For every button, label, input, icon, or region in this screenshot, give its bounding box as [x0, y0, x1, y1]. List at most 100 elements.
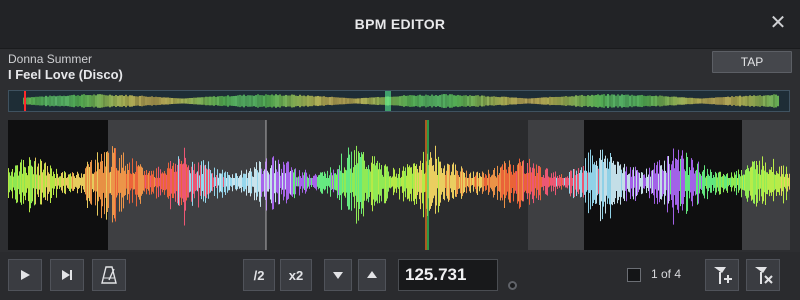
overview-bar — [277, 95, 279, 107]
overview-bar — [173, 98, 175, 104]
overview-bar — [713, 97, 715, 105]
overview-bar — [769, 95, 771, 107]
overview-bar — [753, 95, 755, 107]
remove-marker-button[interactable] — [746, 259, 780, 291]
overview-bar — [329, 97, 331, 105]
overview-bar — [707, 98, 709, 104]
add-marker-icon — [714, 267, 732, 284]
bpm-adjust-knob[interactable] — [508, 281, 517, 290]
overview-bar — [477, 95, 479, 107]
overview-bar — [517, 97, 519, 105]
main-waveform[interactable] — [8, 120, 790, 250]
overview-bar — [719, 97, 721, 105]
overview-waveform[interactable] — [8, 90, 790, 112]
overview-bar — [163, 97, 165, 105]
overview-bar — [613, 94, 615, 108]
overview-bar — [229, 96, 231, 106]
overview-bar — [627, 94, 629, 108]
overview-bar — [691, 97, 693, 105]
overview-bar — [553, 97, 555, 105]
overview-bar — [513, 97, 515, 105]
overview-bar — [443, 94, 445, 108]
bpm-up-button[interactable] — [358, 259, 386, 291]
overview-bar — [777, 95, 779, 107]
overview-bar — [463, 95, 465, 107]
overview-bar — [695, 98, 697, 104]
overview-bar — [595, 94, 597, 108]
metronome-button[interactable] — [92, 259, 126, 291]
overview-bar — [467, 96, 469, 106]
overview-bar — [107, 95, 109, 107]
overview-bar — [375, 97, 377, 105]
overview-bar — [579, 95, 581, 107]
overview-bar — [271, 94, 273, 108]
overview-bar — [563, 96, 565, 106]
play-button[interactable] — [8, 259, 42, 291]
overview-bar — [181, 98, 183, 104]
overview-bar — [305, 96, 307, 106]
overview-bar — [437, 95, 439, 107]
overview-bar — [431, 94, 433, 108]
overview-bar — [551, 97, 553, 105]
overview-bar — [341, 97, 343, 105]
overview-bar — [175, 98, 177, 104]
overview-bar — [625, 94, 627, 108]
overview-bar — [635, 95, 637, 107]
close-button[interactable]: ✕ — [768, 13, 788, 33]
overview-bar — [401, 95, 403, 107]
overview-bar — [725, 96, 727, 106]
overview-bar — [327, 97, 329, 105]
overview-bar — [535, 98, 537, 104]
overview-bar — [409, 95, 411, 107]
overview-bar — [751, 96, 753, 106]
bpm-input[interactable]: 125.731 — [398, 259, 498, 291]
overview-bar — [459, 95, 461, 107]
overview-bar — [117, 95, 119, 107]
bpm-down-button[interactable] — [324, 259, 352, 291]
overview-bar — [555, 96, 557, 106]
overview-bar — [361, 98, 363, 104]
overview-bar — [269, 95, 271, 107]
overview-bar — [557, 96, 559, 106]
overview-bar — [203, 97, 205, 105]
overview-bar — [261, 95, 263, 107]
overview-bar — [233, 96, 235, 106]
overview-bar — [75, 95, 77, 107]
overview-bar — [543, 97, 545, 105]
beatgrid-checkbox[interactable] — [627, 268, 641, 282]
overview-bar — [647, 95, 649, 107]
overview-bar — [735, 96, 737, 106]
overview-bar — [393, 96, 395, 106]
overview-bar — [285, 94, 287, 108]
overview-bar — [299, 94, 301, 108]
overview-bar — [739, 95, 741, 107]
overview-bar — [689, 97, 691, 105]
overview-bar — [273, 95, 275, 107]
overview-bar — [651, 96, 653, 106]
overview-bar — [165, 97, 167, 105]
overview-bar — [225, 96, 227, 106]
overview-bar — [731, 96, 733, 106]
overview-bar — [569, 96, 571, 106]
overview-bar — [583, 95, 585, 107]
overview-bar — [69, 95, 71, 107]
double-bpm-button[interactable]: x2 — [280, 259, 312, 291]
overview-bar — [337, 97, 339, 105]
overview-bar — [657, 96, 659, 106]
next-beat-button[interactable] — [50, 259, 84, 291]
overview-bar — [247, 95, 249, 107]
overview-bar — [167, 97, 169, 105]
overview-bar — [441, 94, 443, 108]
add-marker-button[interactable] — [705, 259, 739, 291]
overview-bar — [235, 95, 237, 107]
halve-bpm-button[interactable]: /2 — [243, 259, 275, 291]
overview-bar — [503, 96, 505, 106]
tap-button[interactable]: TAP — [712, 51, 792, 73]
overview-bar — [761, 96, 763, 106]
overview-bar — [465, 95, 467, 107]
overview-bar — [653, 95, 655, 107]
overview-bar — [593, 95, 595, 107]
overview-bar — [621, 94, 623, 108]
overview-bar — [349, 98, 351, 104]
overview-bar — [379, 97, 381, 105]
